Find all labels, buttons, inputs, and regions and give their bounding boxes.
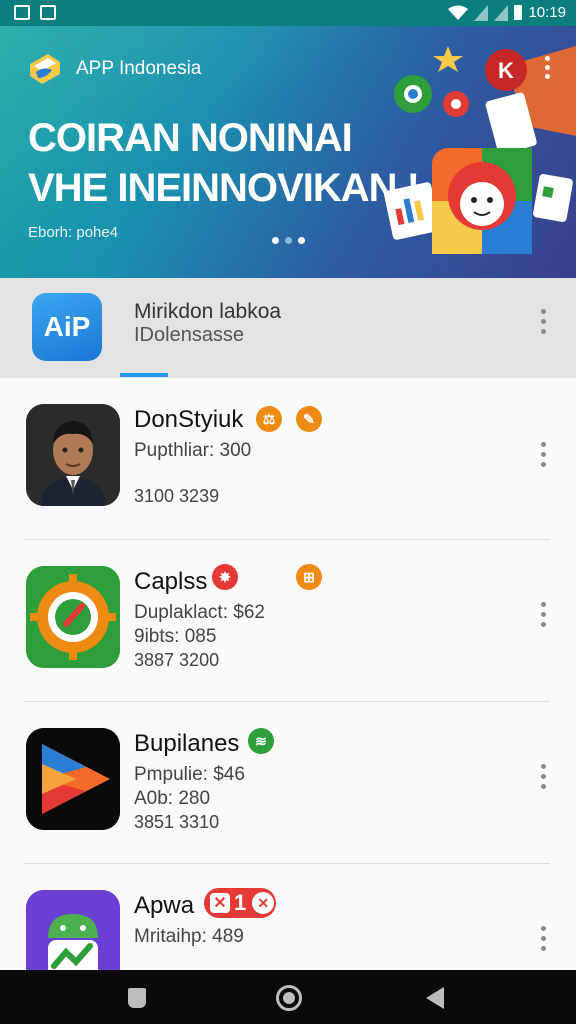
header-subtitle: IDolensasse [134, 324, 245, 346]
recents-icon[interactable] [128, 988, 146, 1008]
app-name: Bupilanes [134, 730, 240, 757]
app-list: DonStyiuk ⚖ ✎ Pupthliar: 300 3100 3239 C… [0, 378, 576, 970]
stack-badge-icon: ≋ [248, 728, 274, 754]
app-name: DonStyiuk [134, 406, 244, 433]
app-meta-line: Mritaihp: 489 [134, 926, 244, 947]
carousel-indicator[interactable] [272, 237, 305, 244]
play-app-icon [26, 728, 120, 830]
brand-name: APP Indonesia [76, 58, 202, 79]
app-meta-line: Pmpulie: $46 [134, 764, 245, 785]
notification-icon [40, 5, 56, 20]
list-item[interactable]: DonStyiuk ⚖ ✎ Pupthliar: 300 3100 3239 [0, 378, 576, 540]
app-name: Apwa [134, 892, 195, 919]
clock: 10:19 [528, 4, 566, 21]
grid-badge-icon: ⊞ [296, 564, 322, 590]
carousel-dot[interactable] [298, 237, 305, 244]
banner-subtitle: Eborh: pohe4 [28, 224, 119, 241]
android-app-icon [26, 890, 120, 970]
item-more-button[interactable] [541, 442, 546, 467]
carousel-dot[interactable] [272, 237, 279, 244]
app-meta-line: 9ibts: 085 [134, 626, 217, 647]
back-icon[interactable] [426, 987, 444, 1009]
signal-icon [474, 4, 489, 21]
battery-icon [514, 5, 523, 20]
scale-badge-icon: ⚖ [256, 406, 282, 432]
header-title: Mirikdon labkoa [134, 300, 282, 323]
app-meta-line: 3887 3200 [134, 650, 220, 670]
burst-badge-icon: ✸ [212, 564, 238, 590]
header-more-button[interactable] [541, 309, 546, 334]
app-meta-line: 3100 3239 [134, 486, 220, 506]
signal-icon [494, 4, 509, 21]
promo-banner[interactable]: APP Indonesia COIRAN NONINAI VHE INEINNO… [0, 26, 576, 278]
notification-icon [14, 5, 30, 20]
item-more-button[interactable] [541, 764, 546, 789]
pen-badge-icon: ✎ [296, 406, 322, 432]
home-icon[interactable] [276, 985, 302, 1011]
app-header: AiP Mirikdon labkoa IDolensasse [0, 278, 576, 378]
system-nav-bar [0, 970, 576, 1024]
active-tab-indicator [120, 373, 168, 377]
item-more-button[interactable] [541, 926, 546, 951]
app-name: Caplss [134, 568, 208, 595]
item-more-button[interactable] [541, 602, 546, 627]
close-badge-icon: ✕ 1 ✕ [204, 888, 276, 918]
app-meta-line: 3851 3310 [134, 812, 220, 832]
app-meta-line: Pupthliar: 300 [134, 440, 252, 461]
list-item[interactable]: Apwa ✕ 1 ✕ Mritaihp: 489 [0, 864, 576, 970]
banner-headline: VHE INEINNOVIKAN ! [28, 166, 420, 210]
app-meta-line: Duplaklact: $62 [134, 602, 265, 623]
brand-logo-icon [30, 54, 60, 84]
carousel-dot[interactable] [285, 237, 292, 244]
gear-app-icon [26, 566, 120, 668]
list-item[interactable]: Bupilanes ≋ Pmpulie: $46 A0b: 280 3851 3… [0, 702, 576, 864]
banner-headline: COIRAN NONINAI [28, 116, 353, 160]
wifi-icon [448, 5, 469, 20]
status-bar: 10:19 [0, 0, 576, 26]
list-item[interactable]: Caplss ✸ ⊞ Duplaklact: $62 9ibts: 085 38… [0, 540, 576, 702]
portrait-app-icon [26, 404, 120, 506]
app-meta-line: A0b: 280 [134, 788, 211, 809]
banner-menu-button[interactable] [545, 56, 550, 79]
app-logo: AiP [32, 293, 102, 361]
svg-text:K: K [498, 58, 514, 83]
